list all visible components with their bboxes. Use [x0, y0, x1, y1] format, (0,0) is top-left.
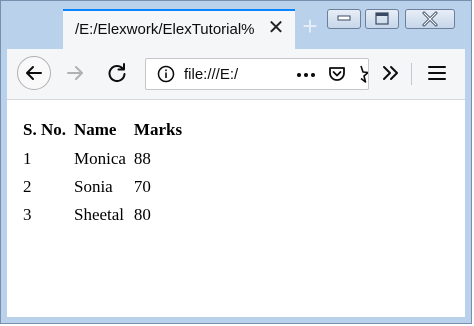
url-bar[interactable]: file:///E:/ — [145, 58, 369, 90]
window-close-icon — [422, 11, 438, 27]
table-header-row: S. No. Name Marks — [21, 118, 188, 146]
reload-button[interactable] — [101, 57, 133, 89]
info-icon[interactable] — [156, 64, 176, 84]
window-close-button[interactable] — [405, 9, 455, 29]
forward-button[interactable] — [59, 57, 91, 89]
menu-button[interactable] — [421, 57, 453, 89]
maximize-icon — [375, 12, 389, 25]
nav-toolbar: file:///E:/ — [7, 49, 465, 100]
table-cell: Sheetal — [73, 205, 125, 224]
back-icon — [26, 66, 42, 80]
minimize-button[interactable] — [327, 9, 361, 29]
table-cell: 70 — [133, 177, 151, 196]
table-cell: 2 — [23, 177, 32, 196]
table-row: 3 Sheetal 80 — [21, 202, 188, 230]
pocket-icon[interactable] — [326, 63, 348, 85]
page-content: S. No. Name Marks 1 Monica 88 2 Sonia 70 — [7, 100, 465, 317]
tab-title: /E:/Elexwork/ElexTutorial% — [75, 21, 255, 38]
table-cell: Sonia — [73, 177, 113, 196]
table-cell: 1 — [23, 149, 32, 168]
tab-bar: /E:/Elexwork/ElexTutorial% ✕ + — [7, 7, 465, 49]
marks-table: S. No. Name Marks 1 Monica 88 2 Sonia 70 — [21, 118, 188, 230]
table-row: 1 Monica 88 — [21, 146, 188, 174]
browser-window: /E:/Elexwork/ElexTutorial% ✕ + file:///E… — [0, 0, 472, 324]
table-cell: 88 — [133, 149, 151, 168]
table-row: 2 Sonia 70 — [21, 174, 188, 202]
toolbar-divider — [411, 63, 412, 85]
table-cell: Monica — [73, 149, 126, 168]
column-header: Marks — [133, 120, 183, 139]
table-cell: 3 — [23, 205, 32, 224]
tab-close-icon[interactable]: ✕ — [267, 18, 285, 38]
column-header: S. No. — [23, 120, 66, 139]
menu-icon — [428, 66, 446, 80]
tab-active[interactable]: /E:/Elexwork/ElexTutorial% ✕ — [63, 9, 295, 49]
table-cell: 80 — [133, 205, 151, 224]
back-button[interactable] — [17, 56, 51, 90]
more-icon[interactable] — [294, 65, 318, 85]
maximize-button[interactable] — [365, 9, 399, 29]
overflow-icon — [383, 66, 398, 80]
minimize-icon — [337, 15, 351, 21]
forward-icon — [67, 66, 83, 80]
overflow-button[interactable] — [375, 57, 407, 89]
url-text: file:///E:/ — [184, 66, 239, 83]
new-tab-icon[interactable]: + — [299, 13, 321, 39]
window-client-area: /E:/Elexwork/ElexTutorial% ✕ + file:///E… — [7, 7, 465, 317]
reload-icon — [108, 63, 126, 83]
bookmark-star-icon[interactable] — [354, 63, 368, 85]
column-header: Name — [73, 120, 117, 139]
